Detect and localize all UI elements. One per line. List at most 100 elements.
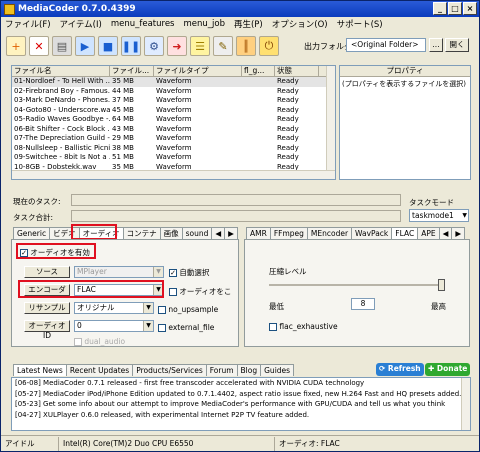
table-row[interactable]: 05-Radio Waves Goodbye -... 64 MB Waveform… (12, 115, 335, 125)
table-cell: Ready (277, 96, 299, 104)
col-flag[interactable]: fl_g... (242, 66, 275, 76)
tab-scroll-right[interactable]: ▶ (451, 227, 466, 239)
news-list[interactable]: [06-08] MediaCoder 0.7.1 released - firs… (11, 377, 471, 431)
menu-item[interactable]: アイテム(I) (60, 18, 102, 30)
dual-audio-label: dual_audio (84, 337, 126, 346)
remove-icon[interactable]: ✕ (29, 36, 49, 56)
tab-forum[interactable]: Forum (205, 364, 238, 376)
auto-select-checkbox[interactable]: ✓ 自動選択 (169, 267, 209, 278)
menu-features[interactable]: menu_features (111, 19, 175, 29)
table-row[interactable]: 07-The Depreciation Guild -... 29 MB Wavef… (12, 134, 335, 144)
play-icon[interactable]: ▶ (75, 36, 95, 56)
task-mode-select[interactable]: taskmode1 ▼ (409, 209, 469, 222)
news-item[interactable]: [05-27] MediaCoder iPod/iPhone Edition u… (12, 389, 470, 400)
audio-id-value: 0 (77, 321, 82, 330)
pause-icon[interactable]: ❚❚ (121, 36, 141, 56)
file-list[interactable]: ファイル名 ファイル... ファイルタイプ fl_g... 状態 01-Nord… (11, 65, 336, 180)
table-row[interactable]: 08-Nullsleep - Ballistic Picnic...38 MB W… (12, 144, 335, 154)
check-icon: ✓ (169, 269, 177, 277)
table-row[interactable]: 02-Firebrand Boy - Famous... 44 MB Wavefor… (12, 87, 335, 97)
tab-scroll-right[interactable]: ▶ (224, 227, 238, 239)
tab-products[interactable]: Products/Services (132, 364, 207, 376)
tab-latest-news[interactable]: Latest News (13, 364, 67, 376)
flac-panel: 圧縮レベル 最低 8 最高 flac_exhaustive (244, 239, 470, 347)
list-icon[interactable]: ☰ (190, 36, 210, 56)
tab-recent-updates[interactable]: Recent Updates (65, 364, 134, 376)
col-filetype[interactable]: ファイルタイプ (154, 66, 242, 76)
wrench-icon[interactable]: ✎ (213, 36, 233, 56)
compression-slider-thumb[interactable] (438, 279, 445, 291)
audio-id-button[interactable]: オーディオID (24, 320, 70, 340)
audio-option-checkbox[interactable]: オーディオをこ (169, 286, 231, 297)
tab-scroll-left[interactable]: ◀ (211, 227, 226, 239)
table-cell: Ready (277, 86, 299, 95)
tab-generic[interactable]: Generic (13, 227, 51, 239)
news-vscroll[interactable] (461, 378, 470, 430)
table-row[interactable]: 09-Switchee - 8bit Is Not a ... 51 MB Wave… (12, 153, 335, 163)
tab-ape[interactable]: APE (417, 227, 440, 239)
table-cell: 07-The Depreciation Guild -... (14, 134, 110, 142)
maximize-button[interactable]: □ (448, 2, 462, 15)
news-item[interactable]: [05-23] Get some info about our attempt … (12, 399, 470, 410)
window-title: MediaCoder 0.7.0.4399 (18, 4, 136, 14)
table-cell: Ready (277, 77, 299, 85)
tab-amr[interactable]: AMR (246, 227, 271, 239)
tab-container[interactable]: コンテナ (122, 227, 161, 239)
news-item[interactable]: [04-27] XULPlayer 0.6.0 released, with e… (12, 410, 470, 421)
menu-play[interactable]: 再生(P) (234, 18, 263, 30)
tab-wavpack[interactable]: WavPack (351, 227, 393, 239)
tab-flac[interactable]: FLAC (391, 227, 419, 239)
menu-job[interactable]: menu_job (183, 19, 225, 29)
no-upsample-checkbox[interactable]: no_upsample (158, 305, 218, 314)
bars-icon[interactable]: ║ (236, 36, 256, 56)
browse-button[interactable]: ... (429, 38, 443, 52)
open-folder-button[interactable]: 開く (445, 38, 469, 52)
tab-image[interactable]: 画像 (159, 227, 183, 239)
compression-value-field[interactable]: 8 (351, 298, 375, 310)
source-button[interactable]: ソース (24, 266, 70, 278)
menu-support[interactable]: サポート(S) (337, 18, 383, 30)
tab-ffmpeg[interactable]: FFmpeg (269, 227, 308, 239)
file-list-hscroll[interactable] (12, 170, 335, 179)
tab-scroll-left[interactable]: ◀ (438, 227, 453, 239)
add-file-icon[interactable]: + (6, 36, 26, 56)
minimize-button[interactable]: _ (433, 2, 447, 15)
tab-guides[interactable]: Guides (260, 364, 295, 376)
table-cell: Ready (277, 153, 299, 161)
col-filename[interactable]: ファイル名 (12, 66, 110, 76)
tab-sound[interactable]: sound (181, 227, 213, 239)
table-row[interactable]: 06-Bit Shifter - Cock Block ... 43 MB Wave… (12, 125, 335, 135)
close-button[interactable]: × (463, 2, 477, 15)
flac-exhaustive-checkbox[interactable]: flac_exhaustive (269, 322, 338, 331)
output-folder-field[interactable]: <Original Folder> (346, 38, 426, 52)
resample-value: オリジナル (77, 303, 115, 312)
transcode-icon[interactable]: ➜ (167, 36, 187, 56)
trash-icon[interactable]: ▤ (52, 36, 72, 56)
table-row[interactable]: 04-Goto80 - Underscore.wav 45 MB Waveform R… (12, 106, 335, 116)
file-list-vscroll[interactable] (326, 66, 335, 179)
table-row[interactable]: 01-Nordloef - To Hell With ... 35 MB Wavef… (12, 77, 335, 87)
menu-options[interactable]: オプション(O) (272, 18, 328, 30)
compression-slider-track[interactable] (269, 284, 445, 286)
col-status[interactable]: 状態 (275, 66, 319, 76)
col-filesize[interactable]: ファイル... (110, 66, 154, 76)
exit-icon[interactable]: ⏻ (259, 36, 279, 56)
app-icon (4, 3, 15, 15)
resample-select[interactable]: オリジナル ▼ (74, 302, 154, 314)
max-label: 最高 (431, 302, 446, 311)
table-row[interactable]: 03-Mark DeNardo - Phones... 37 MB Waveform… (12, 96, 335, 106)
tab-mencoder[interactable]: MEncoder (306, 227, 353, 239)
current-task-label: 現在のタスク: (13, 197, 61, 206)
audio-id-select[interactable]: 0 ▼ (74, 320, 154, 332)
refresh-button[interactable]: ⟳ Refresh (376, 363, 424, 376)
menu-file[interactable]: ファイル(F) (5, 18, 51, 30)
dual-audio-checkbox: dual_audio (74, 337, 125, 346)
external-file-checkbox[interactable]: external_file (158, 323, 214, 332)
tab-blog[interactable]: Blog (236, 364, 262, 376)
source-select[interactable]: MPlayer ▼ (74, 266, 164, 278)
stop-icon[interactable]: ■ (98, 36, 118, 56)
settings-icon[interactable]: ⚙ (144, 36, 164, 56)
news-item[interactable]: [06-08] MediaCoder 0.7.1 released - firs… (12, 378, 470, 389)
resample-button[interactable]: リサンプル (24, 302, 70, 314)
donate-button[interactable]: ✚ Donate (425, 363, 471, 376)
